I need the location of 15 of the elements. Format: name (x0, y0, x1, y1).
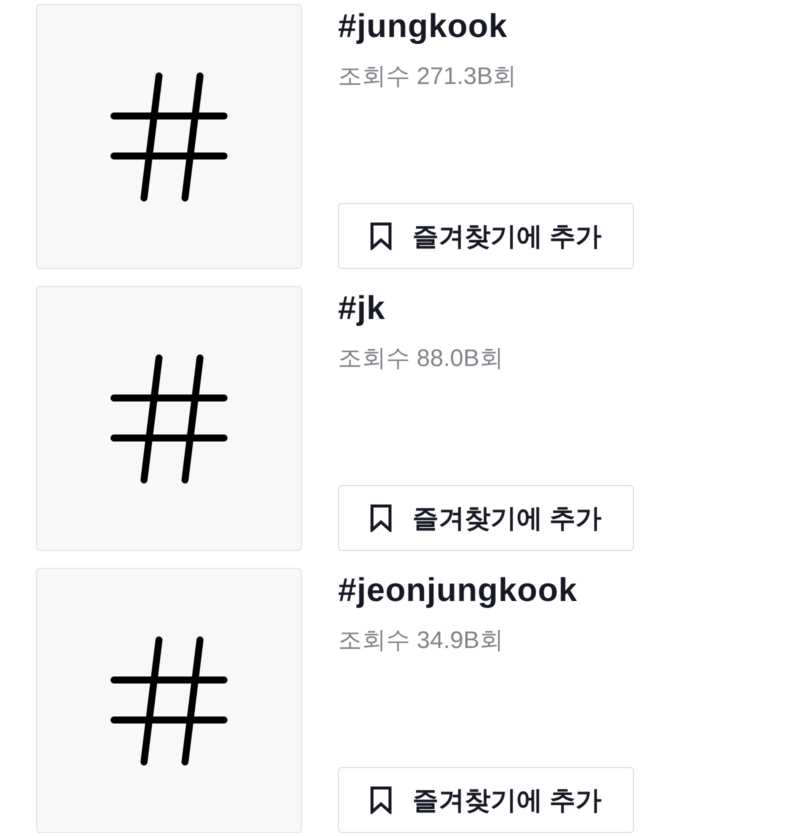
hashtag-title[interactable]: #jeonjungkook (338, 570, 578, 610)
view-count: 조회수 88.0B회 (338, 344, 504, 374)
bookmark-icon (370, 786, 392, 814)
hashtag-icon (110, 636, 228, 766)
hashtag-title[interactable]: #jungkook (338, 6, 508, 46)
hashtag-icon (110, 72, 228, 202)
bookmark-icon (370, 222, 392, 250)
bookmark-icon (370, 504, 392, 532)
hashtag-icon (110, 354, 228, 484)
add-to-favorites-button[interactable]: 즐겨찾기에 추가 (338, 485, 634, 551)
add-to-favorites-button[interactable]: 즐겨찾기에 추가 (338, 203, 634, 269)
add-to-favorites-button[interactable]: 즐겨찾기에 추가 (338, 767, 634, 833)
view-count: 조회수 34.9B회 (338, 626, 504, 656)
hashtag-title[interactable]: #jk (338, 288, 386, 328)
view-count: 조회수 271.3B회 (338, 62, 517, 92)
